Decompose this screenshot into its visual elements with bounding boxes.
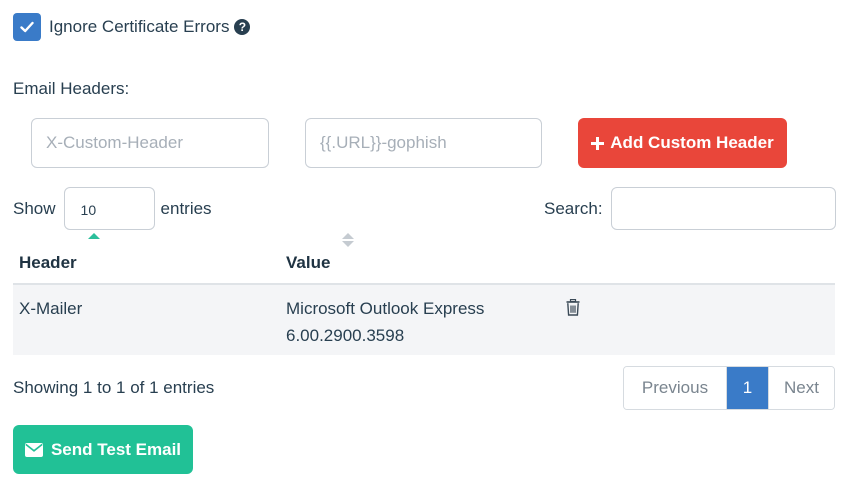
envelope-icon: [24, 442, 43, 457]
search-label: Search:: [544, 198, 603, 218]
plus-icon: [591, 136, 605, 150]
pagination: Previous 1 Next: [623, 366, 835, 410]
ignore-cert-checkbox[interactable]: [13, 13, 41, 41]
page-length-select[interactable]: 10: [63, 187, 155, 230]
entries-label: entries: [160, 198, 212, 218]
page-length-control: Show 10 entries: [13, 187, 212, 230]
custom-header-value-input[interactable]: [305, 118, 542, 168]
next-page-button[interactable]: Next: [768, 367, 834, 409]
previous-page-button[interactable]: Previous: [624, 367, 727, 409]
trash-icon: [566, 298, 580, 316]
cell-header: X-Mailer: [19, 299, 83, 318]
cell-value: Microsoft Outlook Express 6.00.2900.3598: [286, 295, 566, 355]
question-circle-icon[interactable]: ?: [234, 19, 251, 35]
send-test-email-button[interactable]: Send Test Email: [13, 425, 193, 474]
sort-icon: [342, 233, 354, 247]
custom-header-key-input[interactable]: [31, 118, 269, 168]
page-1-button[interactable]: 1: [727, 367, 768, 409]
ignore-cert-label: Ignore Certificate Errors: [49, 17, 230, 36]
column-value-label: Value: [286, 253, 331, 272]
search-input[interactable]: [610, 187, 836, 230]
add-custom-header-label: Add Custom Header: [610, 133, 774, 152]
show-label: Show: [13, 198, 56, 218]
table-search: Search:: [544, 187, 836, 230]
sort-ascending-icon: [88, 233, 100, 239]
column-header-label: Header: [19, 253, 77, 272]
checkmark-icon: [20, 21, 34, 33]
table-head: Header Value: [13, 233, 835, 285]
cell-value-line2: 6.00.2900.3598: [286, 326, 405, 345]
cell-value-line1: Microsoft Outlook Express: [286, 299, 485, 318]
ignore-cert-row: Ignore Certificate Errors ?: [13, 13, 251, 41]
table-row: X-Mailer Microsoft Outlook Express 6.00.…: [13, 285, 835, 355]
add-custom-header-button[interactable]: Add Custom Header: [578, 118, 787, 168]
column-header-header[interactable]: Header: [13, 233, 286, 273]
send-test-email-label: Send Test Email: [50, 439, 182, 459]
column-header-value[interactable]: Value: [286, 233, 586, 273]
email-headers-label: Email Headers:: [13, 79, 130, 98]
headers-table: Header Value X-Mailer Microsoft Outlook …: [13, 233, 835, 355]
delete-row-button[interactable]: [566, 295, 580, 355]
table-info: Showing 1 to 1 of 1 entries: [13, 378, 215, 397]
